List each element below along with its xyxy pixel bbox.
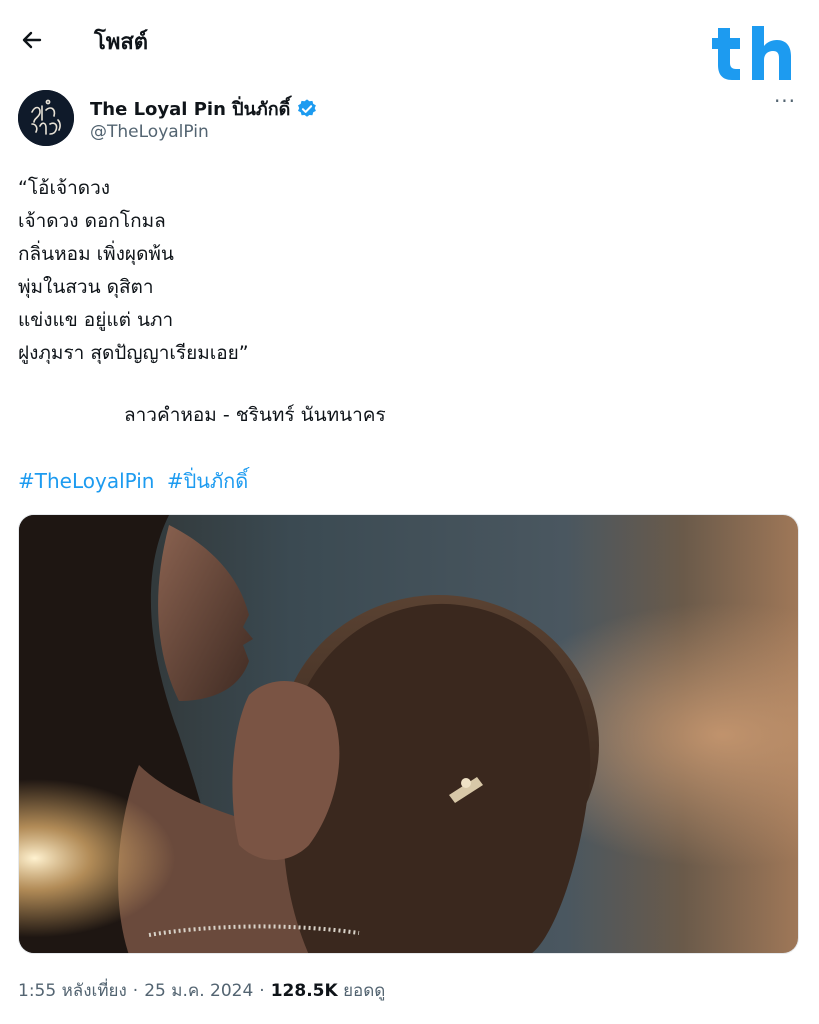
separator-dot: · (132, 981, 139, 1001)
hashtag-link[interactable]: #ปิ่นภักดิ์ (167, 469, 248, 493)
verified-badge-icon (298, 98, 317, 117)
hashtag-link[interactable]: #TheLoyalPin (18, 469, 154, 493)
views-label: ยอดดู (343, 981, 386, 1001)
post-line: แข่งแข อยู่แต่ นภา (18, 309, 174, 331)
post-line: กลิ่นหอม เพิ่งผุดพ้น (18, 243, 174, 265)
author-name[interactable]: The Loyal Pin ปิ่นภักดิ์ (90, 94, 318, 123)
post-line: พุ่มในสวน ดุสิตา (18, 276, 154, 298)
hashtags: #TheLoyalPin #ปิ่นภักดิ์ (18, 465, 254, 497)
author-handle[interactable]: @TheLoyalPin (90, 122, 209, 142)
post-line: “โอ้เจ้าดวง (18, 177, 111, 199)
post-text: “โอ้เจ้าดวง เจ้าดวง ดอกโกมล กลิ่นหอม เพิ… (18, 172, 798, 370)
author-row: The Loyal Pin ปิ่นภักดิ์ @TheLoyalPin ··… (18, 90, 808, 150)
separator-dot: · (259, 981, 265, 1001)
post-time[interactable]: 1:55 หลังเที่ยง (18, 981, 127, 1001)
post-line: เจ้าดวง ดอกโกมล (18, 210, 166, 232)
author-display-name: The Loyal Pin ปิ่นภักดิ์ (90, 99, 291, 120)
post-credit: ลาวคำหอม - ชรินทร์ นันทนาคร (124, 404, 386, 426)
post-date[interactable]: 25 ม.ค. 2024 (144, 981, 253, 1001)
brand-logo (706, 24, 794, 88)
page-title: โพสต์ (94, 30, 149, 55)
post-meta: 1:55 หลังเที่ยง · 25 ม.ค. 2024 · 128.5K ยอดด… (18, 977, 385, 1004)
post-line: ฝูงภุมรา สุดปัญญาเรียมเอย” (18, 342, 249, 364)
top-bar: โพสต์ (0, 0, 819, 80)
post-media-image[interactable] (18, 514, 799, 954)
arrow-left-icon (22, 31, 42, 49)
more-options-button[interactable]: ··· (770, 91, 800, 116)
views-count: 128.5K (270, 981, 338, 1001)
avatar[interactable] (18, 90, 74, 146)
back-button[interactable] (14, 22, 50, 58)
